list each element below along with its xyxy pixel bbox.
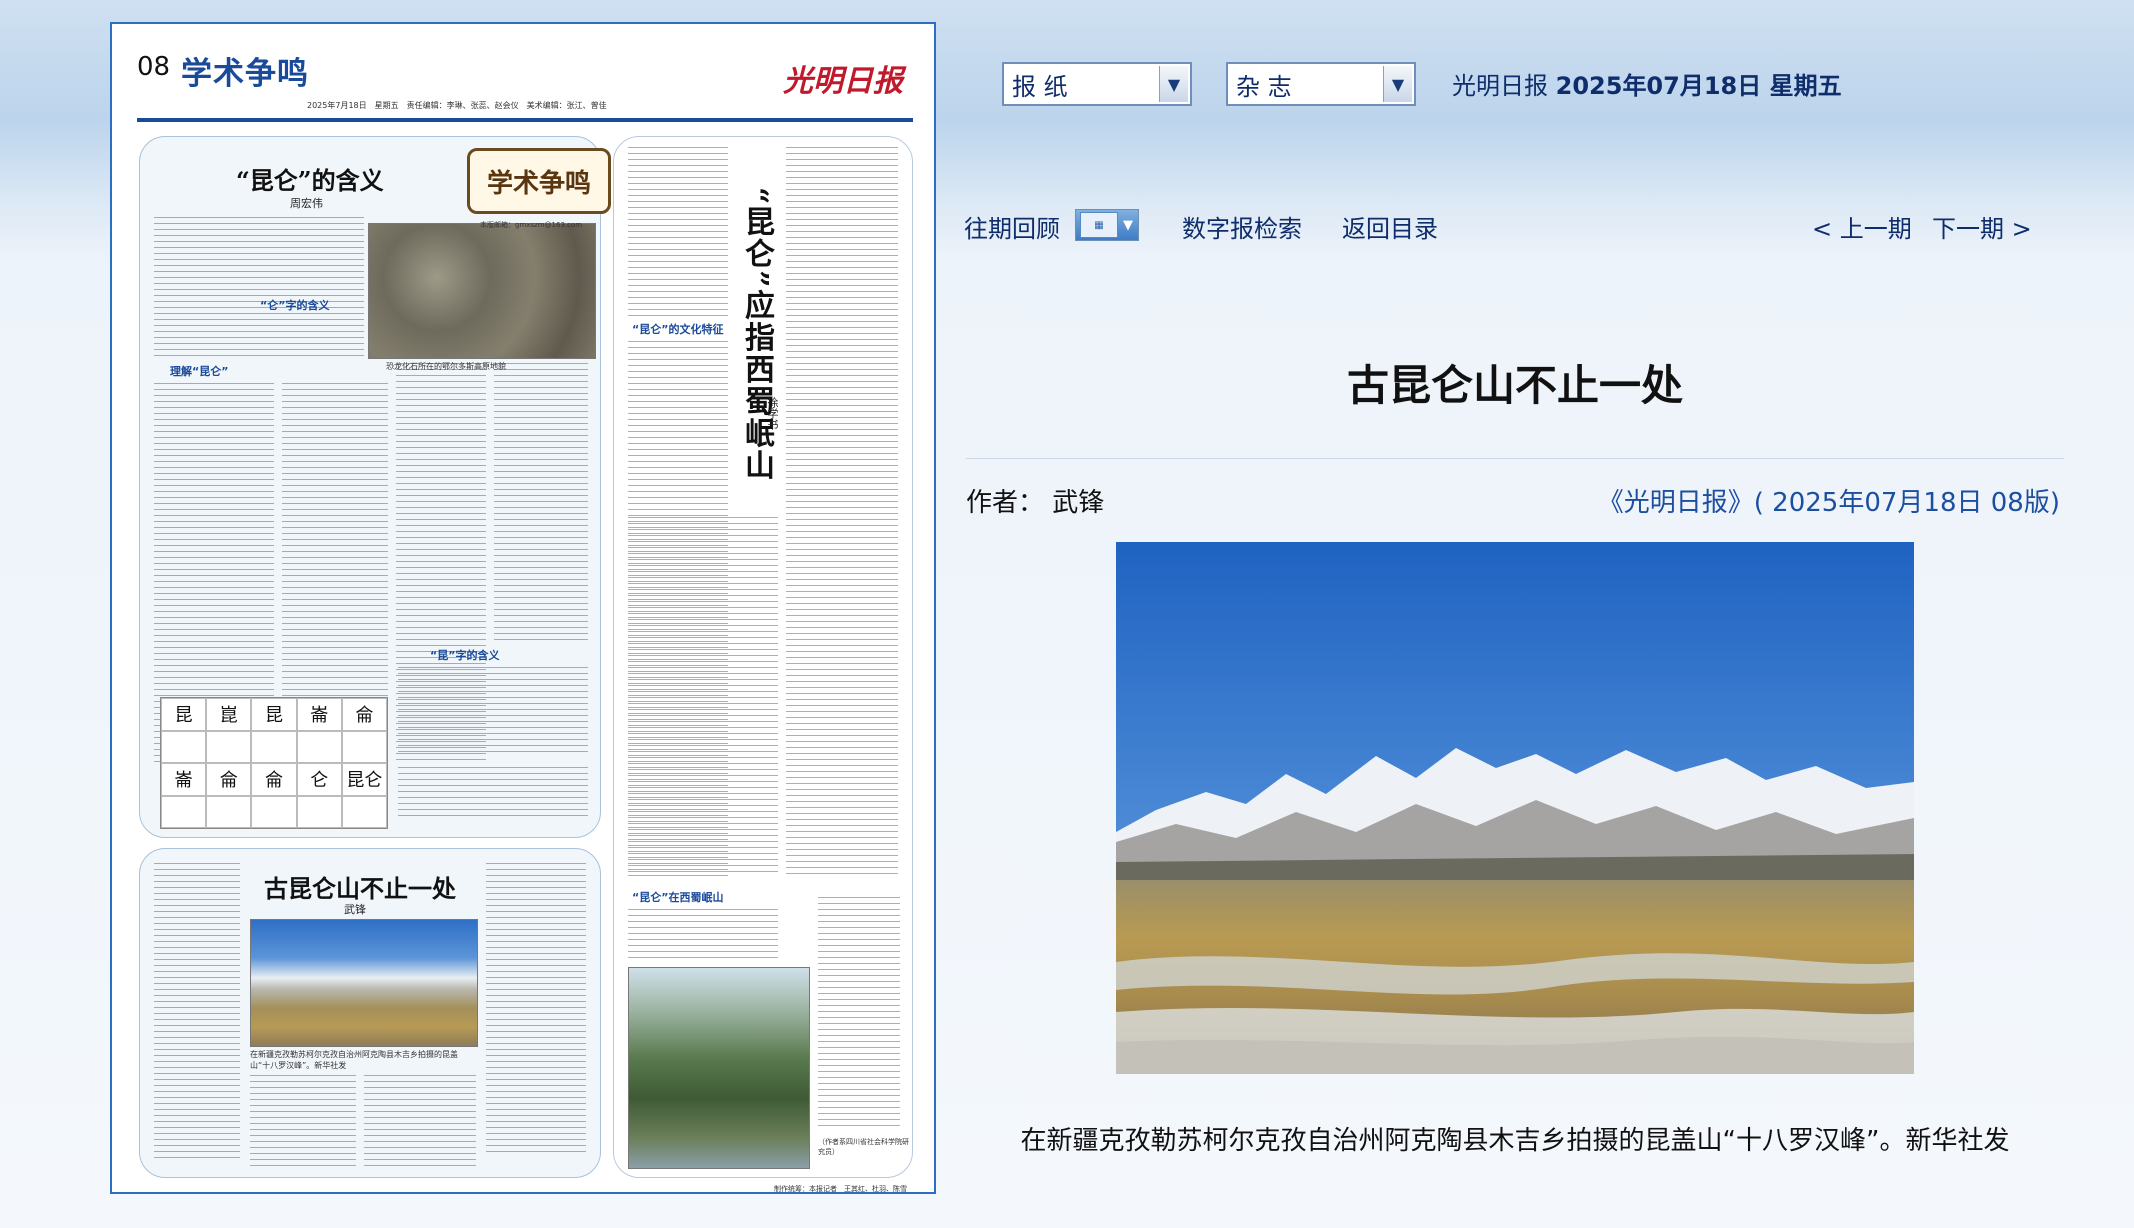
article-1-title: “昆仑”的含义 [236,166,384,195]
next-issue-link[interactable]: 下一期 > [1932,209,2032,244]
mountain-landscape-image [1116,542,1914,1074]
article-2-photo [628,967,810,1169]
prev-issue-link[interactable]: < 上一期 [1812,209,1912,244]
author-label: 作者： [966,488,1045,518]
page-info: 2025年7月18日 星期五 责任编辑：李琳、张蕊、赵会仪 美术编辑：张江、曾佳 [307,101,607,110]
article-2-subhead-1: “昆仑”的文化特征 [632,323,724,336]
article-byline: 作者： 武锋 [966,482,1104,519]
article-2-subhead-2: “昆仑”在西蜀岷山 [632,891,724,904]
column-email: 本版邮箱：gmxszm@163.com [480,221,583,229]
char-cell: 崑 [206,698,252,731]
char-label [251,795,297,828]
char-cell: 侖 [251,763,297,796]
char-label [251,730,297,763]
article-2-title: “昆仑”应指西蜀岷山 [739,187,774,482]
article-1-author: 周宏伟 [290,197,323,210]
article-2-text-col5 [818,897,900,1127]
char-label [341,795,387,828]
back-to-toc-link[interactable]: 返回目录 [1342,209,1438,244]
page-number: 08 [137,52,171,82]
char-cell: 侖 [341,698,387,731]
article-1-photo [368,223,596,359]
char-cell: 崙 [161,763,207,796]
photo-caption: 在新疆克孜勒苏柯尔克孜自治州阿克陶县木吉乡拍摄的昆盖山“十八罗汉峰”。新华社发 [1020,1126,2010,1156]
masthead-prefix: 光明日报 [1452,72,1548,100]
page-footer: 制作统筹：本报记者 王其红、杜羽、陈雪 [774,1185,907,1193]
ancient-character-table: 昆 崑 昆 崙 侖 崙 侖 侖 仑 昆仑 [160,697,388,829]
masthead-date: 2025年07月18日 星期五 [1555,72,1842,100]
article-1-subhead-1: 理解“昆仑” [170,365,229,378]
article-photo [1116,542,1914,1074]
article-2-area[interactable]: “昆仑”应指西蜀岷山 徐学书 “昆仑”的文化特征 “昆仑”在西蜀岷山 （作者系四… [613,136,913,1178]
article-title: 古昆仑山不止一处 [1346,361,1683,410]
column-name: 学术争鸣 [181,56,309,92]
article-3-author: 武锋 [344,903,366,916]
char-label [296,730,342,763]
article-3-title: 古昆仑山不止一处 [264,874,456,903]
chevron-down-icon[interactable]: ▼ [1383,66,1412,102]
char-label [161,795,207,828]
char-label [341,730,387,763]
chevron-down-icon: ▼ [1123,217,1133,233]
page-header: 08 学术争鸣 2025年7月18日 星期五 责任编辑：李琳、张蕊、赵会仪 美术… [137,48,913,122]
back-issues-link[interactable]: 往期回顾 [964,209,1060,244]
article-3-photo [250,919,478,1047]
article-2-text-col2 [786,147,898,877]
digital-search-link[interactable]: 数字报检索 [1182,209,1302,244]
article-2-author: 徐学书 [766,397,779,430]
char-cell: 侖 [206,763,252,796]
masthead: 光明日报 2025年07月18日 星期五 [1452,66,1842,101]
char-label [206,795,252,828]
article-2-text-col4 [628,909,778,959]
article-1-text-bottom [398,767,588,817]
article-2-text-col1 [628,147,728,317]
author-name: 武锋 [1052,488,1105,518]
newspaper-page: 08 学术争鸣 2025年7月18日 星期五 责任编辑：李琳、张蕊、赵会仪 美术… [137,48,913,1194]
newspaper-select[interactable]: 报 纸 ▼ [1002,62,1192,106]
article-1-text-col1 [154,217,364,357]
article-3-photo-caption: 在新疆克孜勒苏柯尔克孜自治州阿克陶县木吉乡拍摄的昆盖山“十八罗汉峰”。新华社发 [250,1050,458,1070]
char-cell: 仑 [296,763,342,796]
newspaper-logo: 光明日报 [783,64,903,99]
char-label [206,730,252,763]
magazine-select[interactable]: 杂 志 ▼ [1226,62,1416,106]
divider [966,458,2064,459]
article-3-text-col3 [364,1075,476,1169]
newspaper-select-value: 报 纸 [1012,72,1068,101]
char-cell: 昆 [251,698,297,731]
article-source-link[interactable]: 《光明日报》( 2025年07月18日 08版) [1598,482,2060,519]
article-1-subhead-2: “仑”字的含义 [260,299,330,312]
article-2-footnote: （作者系四川省社会科学院研究员） [818,1138,909,1156]
char-cell: 崙 [296,698,342,731]
article-3-text-col4 [486,863,586,1153]
calendar-button[interactable]: ▦ ▼ [1075,209,1139,241]
char-cell: 昆仑 [341,763,387,796]
char-cell: 昆 [161,698,207,731]
article-1-text-col5 [398,667,588,757]
column-seal: 学术争鸣 [467,148,611,214]
article-1-photo-caption: 恐龙化石所在的鄂尔多斯高原地貌 [386,362,506,371]
article-2-text-col3 [628,517,778,877]
magazine-select-value: 杂 志 [1236,72,1292,101]
article-3-text-col2 [250,1075,356,1169]
newspaper-page-frame: 08 学术争鸣 2025年7月18日 星期五 责任编辑：李琳、张蕊、赵会仪 美术… [110,22,936,1194]
article-1-subhead-3: “昆”字的含义 [430,649,500,662]
calendar-icon: ▦ [1080,212,1118,238]
article-3-area[interactable]: 古昆仑山不止一处 武锋 在新疆克孜勒苏柯尔克孜自治州阿克陶县木吉乡拍摄的昆盖山“… [139,848,601,1178]
char-label [161,730,207,763]
article-1-area[interactable]: “昆仑”的含义 周宏伟 理解“昆仑” “仑”字的含义 恐龙化石所在的鄂尔多斯高原… [139,136,601,838]
article-1-text-col4 [494,363,588,643]
chevron-down-icon[interactable]: ▼ [1159,66,1188,102]
article-3-text-col1 [154,863,240,1163]
char-label [296,795,342,828]
